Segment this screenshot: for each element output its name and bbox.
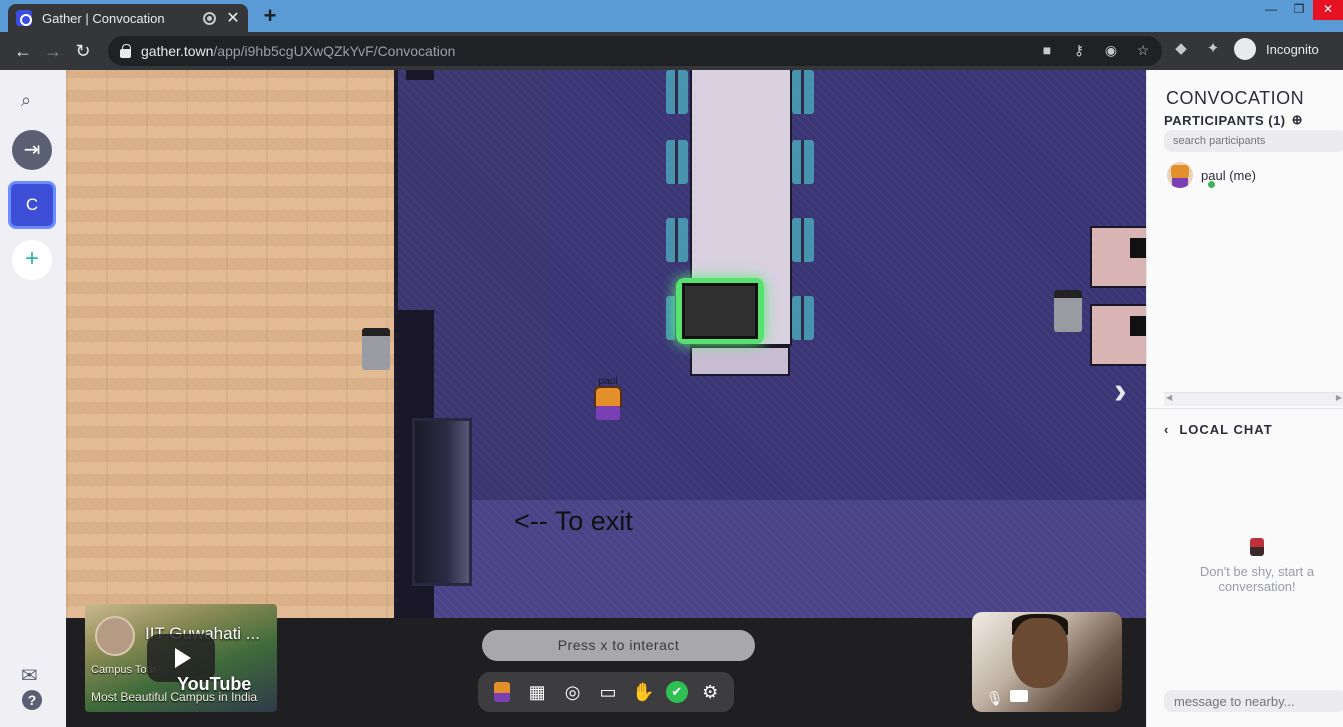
trash-can: [362, 328, 390, 370]
local-chat-label: LOCAL CHAT: [1179, 422, 1273, 437]
close-window-icon[interactable]: ✕: [1313, 0, 1343, 20]
chevron-right-icon[interactable]: ›: [1114, 370, 1127, 413]
game-map[interactable]: paul <-- To exit ›: [66, 70, 1146, 618]
chair: [792, 296, 814, 340]
minimize-icon[interactable]: —: [1257, 0, 1285, 20]
scroll-right-icon[interactable]: ▶: [1336, 393, 1342, 402]
current-space-button[interactable]: C: [8, 181, 56, 229]
horizontal-scrollbar[interactable]: ◀ ▶: [1164, 392, 1343, 406]
tracking-blocked-eye-icon[interactable]: ◉: [1102, 42, 1120, 59]
browser-tab[interactable]: Gather | Convocation ✕: [8, 4, 248, 32]
tab-title: Gather | Convocation: [42, 10, 165, 26]
status-check-icon[interactable]: ✔: [665, 681, 688, 703]
wall-segment: [406, 70, 434, 80]
chair: [666, 70, 688, 114]
browser-toolbar: ← → ↻ gather.town/app/i9hb5cgUXwQZkYvF/C…: [0, 32, 1343, 70]
online-status-dot: [1207, 180, 1216, 189]
add-space-button[interactable]: +: [12, 240, 52, 280]
recording-indicator-icon: [203, 11, 216, 25]
key-icon[interactable]: ⚷: [1070, 42, 1088, 59]
address-bar[interactable]: gather.town/app/i9hb5cgUXwQZkYvF/Convoca…: [108, 36, 1162, 66]
leave-space-button[interactable]: ⇥: [12, 130, 52, 170]
back-icon[interactable]: ←: [8, 36, 38, 66]
channel-avatar: [95, 616, 135, 656]
help-icon[interactable]: ?: [22, 690, 42, 710]
desk: [1090, 304, 1146, 366]
app-left-rail: ⌕ ⇥ C + ✉ ?: [0, 70, 66, 727]
chevron-left-icon[interactable]: ‹: [1164, 422, 1169, 437]
participants-label: PARTICIPANTS (1): [1164, 112, 1286, 128]
mail-icon[interactable]: ✉: [21, 663, 38, 688]
chair: [792, 70, 814, 114]
window-controls: — ❐ ✕: [1257, 0, 1343, 20]
monitor: [1130, 316, 1146, 336]
search-icon[interactable]: ⌕: [21, 90, 31, 111]
microphone-icon[interactable]: 🎙: [986, 690, 1004, 707]
bottom-bar: IIT Guwahati ... Campus Tour Most Beauti…: [66, 604, 1146, 727]
interact-prompt[interactable]: Press x to interact: [482, 630, 755, 661]
action-dock: ▦ ◎ ▭ ✋ ✔ ⚙: [478, 672, 734, 712]
settings-gear-icon[interactable]: ⚙: [697, 679, 723, 705]
restore-icon[interactable]: ❐: [1285, 0, 1313, 20]
forward-icon[interactable]: →: [38, 36, 68, 66]
chair: [792, 218, 814, 262]
avatar-head: [594, 386, 622, 408]
participants-panel: CONVOCATION PARTICIPANTS (1) ⊕ paul (me)…: [1146, 70, 1343, 727]
local-chat-header[interactable]: ‹ LOCAL CHAT: [1164, 422, 1273, 437]
raise-hand-icon[interactable]: ✋: [630, 679, 656, 705]
chair: [792, 140, 814, 184]
desk: [1090, 226, 1146, 288]
youtube-logo: YouTube: [177, 674, 252, 694]
screen-share-icon[interactable]: ▭: [595, 679, 621, 705]
exit-sign: <-- To exit: [514, 506, 633, 536]
bookmark-star-icon[interactable]: ☆: [1134, 42, 1152, 59]
chair: [666, 218, 688, 262]
exit-doorway: [412, 418, 472, 586]
avatar-body: [596, 406, 620, 420]
incognito-icon[interactable]: [1234, 38, 1256, 60]
target-icon[interactable]: ◎: [560, 679, 586, 705]
video-feed-face: [1012, 618, 1068, 688]
url-path: /app/i9hb5cgUXwQZkYvF/Convocation: [213, 43, 456, 59]
scroll-left-icon[interactable]: ◀: [1166, 393, 1172, 402]
avatar-icon[interactable]: [489, 679, 515, 705]
participants-header: PARTICIPANTS (1) ⊕: [1164, 112, 1303, 128]
participant-row[interactable]: paul (me): [1167, 162, 1256, 189]
puzzle-extensions-icon[interactable]: ✦: [1202, 38, 1224, 60]
extension-icon[interactable]: ◆: [1170, 38, 1192, 60]
close-tab-icon[interactable]: ✕: [226, 8, 240, 28]
extensions-area: ◆ ✦ Incognito: [1170, 38, 1319, 60]
reload-icon[interactable]: ↻: [68, 36, 98, 66]
lock-icon: [120, 43, 131, 58]
camera-in-use-icon[interactable]: ■: [1038, 42, 1056, 59]
room-title: CONVOCATION: [1166, 88, 1305, 108]
tv-screen-object[interactable]: [682, 283, 758, 339]
trash-can: [1054, 290, 1082, 332]
divider: [1147, 408, 1343, 409]
conference-table-end: [690, 346, 790, 376]
new-tab-button[interactable]: +: [258, 3, 282, 29]
search-participants-input[interactable]: [1164, 130, 1343, 152]
camera-icon[interactable]: [1010, 690, 1028, 702]
chair: [666, 140, 688, 184]
participant-avatar: [1167, 162, 1193, 188]
monitor: [1130, 238, 1146, 258]
url-host: gather.town: [141, 43, 214, 59]
map-icon[interactable]: ▦: [524, 679, 550, 705]
youtube-embed[interactable]: IIT Guwahati ... Campus Tour Most Beauti…: [85, 604, 277, 712]
player-avatar[interactable]: paul: [592, 376, 624, 428]
browser-tab-strip: Gather | Convocation ✕ + — ❐ ✕: [0, 0, 1343, 32]
chat-empty-sprite: [1250, 538, 1264, 556]
empty-chat-message: Don't be shy, start a conversation!: [1199, 564, 1315, 594]
gather-favicon-icon: [16, 10, 32, 26]
add-user-icon[interactable]: ⊕: [1292, 112, 1303, 128]
chat-message-input[interactable]: [1164, 690, 1343, 712]
incognito-label: Incognito: [1266, 41, 1319, 57]
self-video-tile[interactable]: 🎙: [972, 612, 1122, 712]
